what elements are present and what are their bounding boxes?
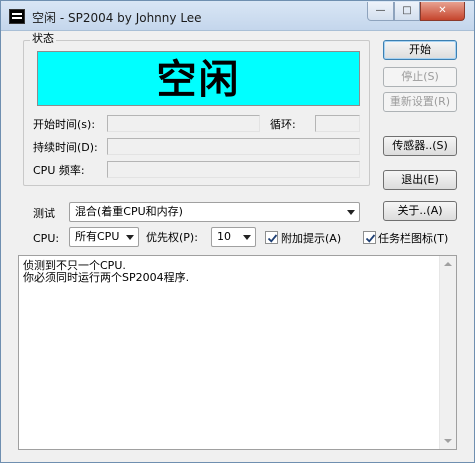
duration-field bbox=[107, 138, 360, 155]
exit-button[interactable]: 退出(E) bbox=[383, 170, 457, 190]
loop-label: 循环: bbox=[270, 118, 296, 131]
start-button[interactable]: 开始 bbox=[383, 40, 457, 60]
window-title: 空闲 - SP2004 by Johnny Lee bbox=[32, 11, 202, 25]
test-select-value: 混合(着重CPU和内存) bbox=[75, 205, 183, 218]
checkmark-icon bbox=[267, 234, 278, 243]
app-icon bbox=[9, 9, 25, 24]
log-textarea[interactable]: 侦测到不只一个CPU. 你必须同时运行两个SP2004程序. bbox=[18, 255, 457, 450]
priority-select[interactable]: 10 bbox=[211, 227, 256, 247]
extra-tips-label[interactable]: 附加提示(A) bbox=[281, 232, 341, 245]
start-time-field bbox=[107, 115, 260, 132]
status-group-label: 状态 bbox=[30, 32, 56, 46]
cpu-frequency-label: CPU 频率: bbox=[33, 164, 85, 177]
loop-field bbox=[315, 115, 360, 132]
close-button[interactable]: ✕ bbox=[420, 2, 465, 21]
sensors-button[interactable]: 传感器..(S) bbox=[383, 136, 457, 156]
stop-button[interactable]: 停止(S) bbox=[383, 67, 457, 87]
chevron-down-icon bbox=[347, 210, 355, 215]
checkmark-icon bbox=[365, 234, 376, 243]
minimize-button[interactable]: — bbox=[367, 2, 394, 21]
priority-select-value: 10 bbox=[217, 230, 231, 243]
cpu-label: CPU: bbox=[33, 232, 60, 245]
cpu-select[interactable]: 所有CPU bbox=[69, 227, 139, 247]
status-display: 空闲 bbox=[37, 51, 360, 106]
duration-label: 持续时间(D): bbox=[33, 141, 98, 154]
scroll-up-icon[interactable] bbox=[444, 262, 452, 266]
cpu-select-value: 所有CPU bbox=[75, 230, 120, 243]
test-select[interactable]: 混合(着重CPU和内存) bbox=[69, 202, 360, 222]
start-time-label: 开始时间(s): bbox=[33, 118, 96, 131]
chevron-down-icon bbox=[126, 235, 134, 240]
extra-tips-checkbox[interactable] bbox=[265, 231, 278, 244]
maximize-button[interactable]: □ bbox=[394, 2, 420, 21]
reset-button[interactable]: 重新设置(R) bbox=[383, 92, 457, 112]
title-bar[interactable]: 空闲 - SP2004 by Johnny Lee — □ ✕ bbox=[1, 1, 474, 31]
chevron-down-icon bbox=[243, 235, 251, 240]
log-scrollbar[interactable] bbox=[439, 256, 456, 449]
test-label: 测试 bbox=[33, 207, 55, 220]
priority-label: 优先权(P): bbox=[146, 231, 198, 244]
about-button[interactable]: 关于..(A) bbox=[383, 201, 457, 221]
scroll-down-icon[interactable] bbox=[444, 439, 452, 443]
app-window: 空闲 - SP2004 by Johnny Lee — □ ✕ 状态 空闲 开始… bbox=[0, 0, 475, 463]
tray-icon-checkbox[interactable] bbox=[363, 231, 376, 244]
cpu-frequency-field bbox=[107, 161, 360, 178]
log-line: 你必须同时运行两个SP2004程序. bbox=[23, 271, 190, 284]
tray-icon-label[interactable]: 任务栏图标(T) bbox=[378, 232, 448, 245]
